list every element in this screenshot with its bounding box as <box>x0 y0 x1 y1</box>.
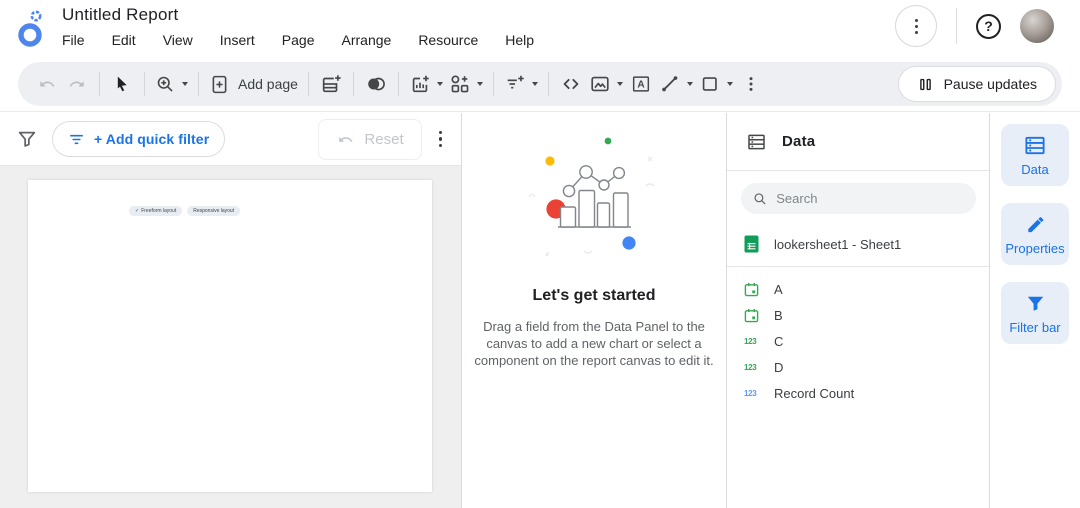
add-chart-caret-icon <box>437 82 443 86</box>
reset-undo-icon <box>336 130 355 149</box>
field-row-b[interactable]: B <box>727 302 989 328</box>
toolbar-more-button[interactable] <box>736 67 766 101</box>
add-quick-filter-button[interactable]: + Add quick filter <box>52 121 225 157</box>
looker-studio-logo[interactable] <box>0 0 62 52</box>
number-field-icon: 123 <box>744 337 765 346</box>
image-caret-icon <box>617 82 623 86</box>
redo-button[interactable] <box>62 67 92 101</box>
pencil-icon <box>1024 213 1047 236</box>
add-control-button[interactable] <box>501 67 541 101</box>
add-chart-button[interactable] <box>406 67 446 101</box>
right-rail: Data Properties Filter bar <box>990 113 1080 508</box>
toolbar: Add page <box>18 62 1062 106</box>
layout-chips: ✓Freeform layout Responsive layout <box>129 206 240 216</box>
add-control-caret-icon <box>532 82 538 86</box>
field-row-a[interactable]: A <box>727 276 989 302</box>
google-sheets-icon <box>744 235 759 253</box>
add-data-button[interactable] <box>316 67 346 101</box>
report-canvas[interactable]: ✓Freeform layout Responsive layout <box>0 166 461 508</box>
quick-filter-bar: + Add quick filter Reset <box>0 113 461 166</box>
zoom-button[interactable] <box>152 67 191 101</box>
menu-view[interactable]: View <box>163 32 193 48</box>
more-options-button[interactable] <box>895 5 937 47</box>
embed-url-button[interactable] <box>556 67 586 101</box>
date-field-icon <box>744 308 765 323</box>
field-list: A B 123 C 123 <box>727 267 989 406</box>
menubar: File Edit View Insert Page Arrange Resou… <box>62 32 534 48</box>
menu-insert[interactable]: Insert <box>220 32 255 48</box>
data-panel-title: Data <box>782 133 815 150</box>
toolbar-row: Add page <box>0 56 1080 112</box>
shape-caret-icon <box>727 82 733 86</box>
rail-filter-bar-button[interactable]: Filter bar <box>1001 282 1069 344</box>
menu-page[interactable]: Page <box>282 32 315 48</box>
menu-file[interactable]: File <box>62 32 85 48</box>
community-visualizations-button[interactable] <box>446 67 486 101</box>
report-page[interactable]: ✓Freeform layout Responsive layout <box>28 180 432 492</box>
community-viz-caret-icon <box>477 82 483 86</box>
empty-state-body: Drag a field from the Data Panel to the … <box>473 318 715 369</box>
reset-label: Reset <box>364 131 403 148</box>
metric-number-icon: 123 <box>744 389 765 398</box>
report-title[interactable]: Untitled Report <box>62 5 534 25</box>
menu-resource[interactable]: Resource <box>418 32 478 48</box>
pause-icon <box>917 76 934 93</box>
field-row-d[interactable]: 123 D <box>727 354 989 380</box>
filter-funnel-icon <box>16 128 38 150</box>
data-rows-icon <box>1023 134 1047 157</box>
header-right-controls: ? <box>895 2 1080 50</box>
menu-arrange[interactable]: Arrange <box>342 32 392 48</box>
search-input[interactable] <box>776 191 964 206</box>
chart-illustration <box>499 129 689 271</box>
data-panel-header: Data <box>727 113 989 171</box>
content-area: + Add quick filter Reset ✓Freeform layou… <box>0 113 1080 508</box>
add-page-button[interactable]: Add page <box>206 67 301 101</box>
empty-state-panel: Let's get started Drag a field from the … <box>462 113 727 508</box>
text-button[interactable]: A <box>626 67 656 101</box>
left-panel: + Add quick filter Reset ✓Freeform layou… <box>0 113 462 508</box>
line-caret-icon <box>687 82 693 86</box>
data-source-row[interactable]: lookersheet1 - Sheet1 <box>727 224 989 267</box>
funnel-icon <box>1024 292 1047 315</box>
add-page-label: Add page <box>238 76 298 92</box>
svg-text:A: A <box>637 80 645 91</box>
blend-data-button[interactable] <box>361 67 391 101</box>
looker-studio-app: Untitled Report File Edit View Insert Pa… <box>0 0 1080 508</box>
responsive-layout-chip[interactable]: Responsive layout <box>187 206 240 216</box>
line-button[interactable] <box>656 67 696 101</box>
data-panel: Data lookersheet1 - Sheet1 <box>727 113 990 508</box>
check-icon: ✓ <box>135 209 139 214</box>
undo-button[interactable] <box>32 67 62 101</box>
looker-studio-logo-icon <box>11 6 51 52</box>
menu-edit[interactable]: Edit <box>112 32 136 48</box>
search-box[interactable] <box>741 183 976 214</box>
title-block: Untitled Report File Edit View Insert Pa… <box>62 0 534 48</box>
data-source-name: lookersheet1 - Sheet1 <box>774 237 901 252</box>
pause-updates-label: Pause updates <box>944 76 1037 92</box>
date-field-icon <box>744 282 765 297</box>
field-row-record-count[interactable]: 123 Record Count <box>727 380 989 406</box>
image-button[interactable] <box>586 67 626 101</box>
reset-button[interactable]: Reset <box>318 119 421 160</box>
data-table-icon <box>746 132 767 152</box>
search-icon <box>753 191 767 207</box>
pause-updates-button[interactable]: Pause updates <box>898 66 1056 102</box>
shape-button[interactable] <box>696 67 736 101</box>
zoom-caret-icon <box>182 82 188 86</box>
help-icon[interactable]: ? <box>976 14 1001 39</box>
quick-filter-more-button[interactable] <box>435 127 446 152</box>
menu-help[interactable]: Help <box>505 32 534 48</box>
add-quick-filter-label: + Add quick filter <box>94 131 209 147</box>
freeform-layout-chip[interactable]: ✓Freeform layout <box>129 206 182 216</box>
app-header: Untitled Report File Edit View Insert Pa… <box>0 0 1080 56</box>
rail-properties-button[interactable]: Properties <box>1001 203 1069 265</box>
user-avatar[interactable] <box>1020 9 1054 43</box>
select-cursor-button[interactable] <box>107 67 137 101</box>
number-field-icon: 123 <box>744 363 765 372</box>
filter-lines-icon <box>68 131 85 148</box>
empty-state-title: Let's get started <box>533 287 656 305</box>
header-divider <box>956 8 957 44</box>
field-row-c[interactable]: 123 C <box>727 328 989 354</box>
rail-data-button[interactable]: Data <box>1001 124 1069 186</box>
